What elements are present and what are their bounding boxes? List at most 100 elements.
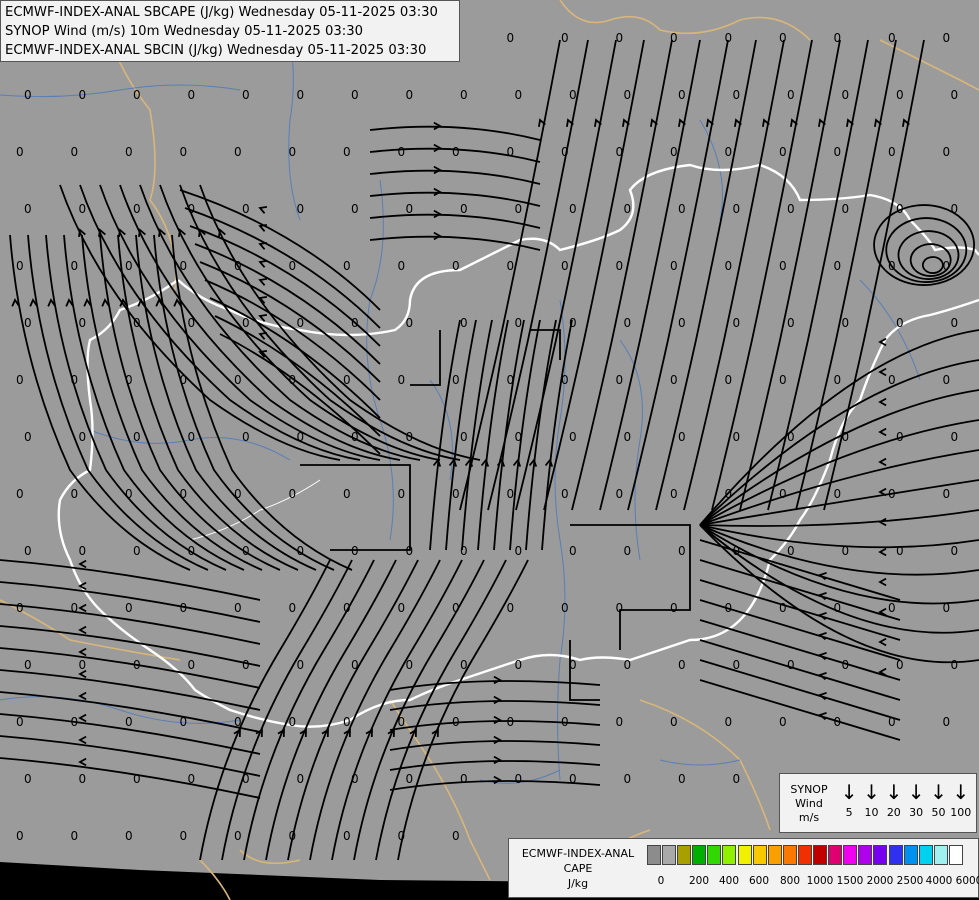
- cin-value-label: 0: [507, 487, 515, 501]
- cin-value-label: 0: [515, 544, 523, 558]
- cin-value-label: 0: [343, 373, 351, 387]
- cape-tick-label: 200: [688, 875, 710, 887]
- cin-value-label: 0: [297, 544, 305, 558]
- cape-legend-title-line: ECMWF-INDEX-ANAL: [521, 847, 635, 860]
- cape-color-swatch: [843, 845, 858, 865]
- cape-color-swatch: [722, 845, 737, 865]
- cin-value-label: 0: [670, 373, 678, 387]
- cin-value-label: 0: [234, 601, 242, 615]
- cin-value-label: 0: [725, 487, 733, 501]
- cin-value-label: 0: [406, 88, 414, 102]
- cin-value-label: 0: [79, 316, 87, 330]
- cin-value-label: 0: [888, 31, 896, 45]
- cin-value-label: 0: [624, 202, 632, 216]
- cape-tick-label: 4000: [925, 875, 953, 887]
- cape-color-swatch: [737, 845, 752, 865]
- cin-value-label: 0: [460, 316, 468, 330]
- speed-label: 100: [950, 806, 972, 819]
- cin-value-label: 0: [406, 430, 414, 444]
- cin-value-label: 0: [343, 715, 351, 729]
- cin-value-label: 0: [678, 772, 686, 786]
- title-cin: ECMWF-INDEX-ANAL SBCIN (J/kg) Wednesday …: [5, 43, 427, 58]
- cin-value-label: 0: [24, 316, 32, 330]
- cin-value-label: 0: [242, 772, 250, 786]
- cin-value-label: 0: [242, 316, 250, 330]
- synop-speed-item: ↓ 50: [927, 778, 949, 830]
- cin-value-label: 0: [16, 145, 24, 159]
- cin-value-label: 0: [343, 259, 351, 273]
- synop-legend-title-line: m/s: [798, 811, 820, 824]
- cin-value-label: 0: [951, 202, 959, 216]
- cin-value-label: 0: [71, 715, 79, 729]
- cin-value-label: 0: [242, 202, 250, 216]
- cin-value-label: 0: [452, 601, 460, 615]
- cin-value-label: 0: [515, 658, 523, 672]
- cin-value-label: 0: [834, 715, 842, 729]
- cin-value-label: 0: [79, 544, 87, 558]
- cin-value-label: 0: [842, 88, 850, 102]
- cin-value-label: 0: [79, 202, 87, 216]
- cin-value-label: 0: [787, 88, 795, 102]
- cin-value-label: 0: [616, 715, 624, 729]
- cin-value-label: 0: [406, 772, 414, 786]
- cape-color-swatch: [918, 845, 933, 865]
- cin-value-label: 0: [943, 31, 951, 45]
- cin-value-label: 0: [16, 373, 24, 387]
- cin-value-label: 0: [242, 658, 250, 672]
- cape-color-swatch: [692, 845, 707, 865]
- cin-value-label: 0: [351, 316, 359, 330]
- cin-value-label: 0: [460, 202, 468, 216]
- synop-legend-title: SYNOP Wind m/s: [780, 783, 838, 825]
- cin-value-label: 0: [289, 259, 297, 273]
- cin-value-label: 0: [133, 430, 141, 444]
- cin-value-label: 0: [71, 601, 79, 615]
- cin-value-label: 0: [234, 373, 242, 387]
- cin-value-label: 0: [834, 373, 842, 387]
- cin-value-label: 0: [133, 658, 141, 672]
- cape-tick-label: 6000: [955, 875, 979, 887]
- cin-value-label: 0: [951, 544, 959, 558]
- synop-wind-legend: SYNOP Wind m/s ↓ 5 ↓ 10 ↓ 20 ↓ 30 ↓ 50 ↓ 100: [779, 773, 977, 833]
- cape-color-legend: ECMWF-INDEX-ANAL CAPE J/kg 0 200 400 600 800…: [508, 838, 979, 898]
- cin-value-label: 0: [188, 202, 196, 216]
- cin-value-label: 0: [787, 544, 795, 558]
- cin-value-label: 0: [398, 487, 406, 501]
- cin-value-label: 0: [561, 487, 569, 501]
- cin-value-label: 0: [16, 715, 24, 729]
- cin-value-label: 0: [507, 31, 515, 45]
- cin-value-label: 0: [616, 259, 624, 273]
- cin-value-label: 0: [125, 259, 133, 273]
- title-wind: SYNOP Wind (m/s) 10m Wednesday 05-11-202…: [5, 24, 363, 39]
- cin-value-label: 0: [733, 202, 741, 216]
- cin-value-label: 0: [569, 202, 577, 216]
- cin-value-label: 0: [406, 544, 414, 558]
- cin-value-label: 0: [188, 544, 196, 558]
- cape-color-swatch: [828, 845, 843, 865]
- cin-value-label: 0: [779, 373, 787, 387]
- cin-value-label: 0: [725, 601, 733, 615]
- cin-value-label: 0: [787, 202, 795, 216]
- cin-value-label: 0: [125, 715, 133, 729]
- cin-value-label: 0: [507, 715, 515, 729]
- cin-value-label: 0: [733, 430, 741, 444]
- cin-value-label: 0: [834, 31, 842, 45]
- cape-color-swatch: [647, 845, 661, 865]
- cin-value-label: 0: [670, 601, 678, 615]
- cin-value-label: 0: [569, 658, 577, 672]
- cape-color-swatch: [948, 845, 963, 865]
- cin-value-label: 0: [725, 715, 733, 729]
- cin-value-label: 0: [670, 145, 678, 159]
- cin-value-label: 0: [779, 31, 787, 45]
- cin-value-label: 0: [71, 829, 79, 843]
- cin-value-label: 0: [624, 88, 632, 102]
- cin-value-label: 0: [79, 88, 87, 102]
- cin-value-label: 0: [297, 658, 305, 672]
- cin-value-label: 0: [289, 829, 297, 843]
- cin-value-label: 0: [842, 658, 850, 672]
- cin-value-label: 0: [624, 544, 632, 558]
- cin-value-label: 0: [951, 88, 959, 102]
- cape-color-swatch: [752, 845, 767, 865]
- cape-legend-title: ECMWF-INDEX-ANAL CAPE J/kg: [511, 846, 645, 891]
- down-arrow-icon: ↓: [930, 780, 947, 804]
- cin-value-label: 0: [16, 487, 24, 501]
